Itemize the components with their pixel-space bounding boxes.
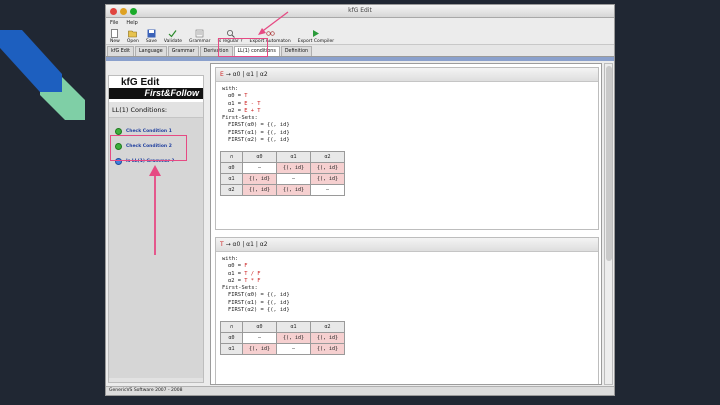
table-header: α2 (310, 321, 345, 334)
tab-grammar[interactable]: Grammar (167, 46, 199, 56)
validate-icon (169, 30, 177, 38)
table-header: α0 (242, 151, 277, 164)
save-button[interactable]: Save (144, 29, 159, 44)
vertical-scrollbar[interactable] (604, 63, 613, 385)
sidebar-heading: LL(1) Conditions: (109, 102, 203, 118)
sidebar-item-label: Is LL(1) Grammar ? (126, 159, 175, 164)
blue-chevron-shape (0, 30, 62, 92)
question-icon (115, 158, 122, 165)
menu-bar: File Help (106, 18, 614, 27)
intersection-table: ∩ α0 α1 α2 α0 – {(, id} {(, id} α1 {(, i… (220, 151, 345, 197)
table-row: α2 {(, id} {(, id} – (220, 184, 345, 197)
new-file-icon (111, 29, 119, 38)
export-automaton-button[interactable]: Export Automaton (248, 29, 293, 44)
tab-derivation[interactable]: Derivation (199, 46, 233, 56)
sidebar-item-check-condition-2[interactable]: Check Condition 2 (109, 139, 203, 154)
production-header: E → α0 | α1 | α2 (216, 68, 598, 82)
export-compiler-button[interactable]: Export Compiler (296, 29, 336, 44)
grammar-icon (195, 29, 204, 38)
menu-file[interactable]: File (110, 20, 118, 26)
table-row: α1 {(, id} – {(, id} (220, 173, 345, 186)
sidebar-item-label: Check Condition 1 (126, 129, 172, 134)
logo-subtitle: First&Follow (144, 88, 200, 98)
tab-bar: kfG Edit Language Grammar Derivation LL(… (106, 45, 614, 57)
alt-def-row: α1 = T / F (228, 270, 261, 277)
production-body: with: α0 = T α1 = E - T α2 = E + T First… (216, 82, 598, 200)
intersection-table: ∩ α0 α1 α2 α0 – {(, id} {(, id} α1 {(, i… (220, 321, 345, 356)
tab-kfg-edit[interactable]: kfG Edit (107, 46, 134, 56)
play-icon (115, 128, 122, 135)
toolbar: New Open Save Validate Grammar Is regula… (106, 27, 614, 45)
table-row: α1 {(, id} – {(, id} (220, 343, 345, 356)
app-window: kfG Edit File Help New Open Save Validat… (105, 4, 615, 396)
alt-def-row: α0 = F (228, 263, 248, 270)
production-block-t: T → α0 | α1 | α2 with: α0 = F α1 = T / F… (215, 237, 599, 384)
play-icon (115, 143, 122, 150)
is-regular-button[interactable]: Is regular ? (216, 29, 245, 44)
tab-definition[interactable]: Definition (280, 46, 313, 56)
logo-title: kfG Edit (121, 77, 160, 88)
save-icon (147, 29, 156, 38)
grammar-button[interactable]: Grammar (187, 29, 212, 44)
table-row: α0 – {(, id} {(, id} (220, 162, 345, 175)
validate-button[interactable]: Validate (162, 29, 184, 44)
sidebar-item-check-condition-1[interactable]: Check Condition 1 (109, 124, 203, 139)
tab-separator (106, 57, 614, 61)
table-corner: ∩ (220, 321, 243, 334)
alt-def-row: α1 = E - T (228, 100, 261, 107)
table-header: α1 (276, 151, 311, 164)
table-header: α0 (242, 321, 277, 334)
production-header: T → α0 | α1 | α2 (216, 238, 598, 252)
first-set-row: FIRST(α2) = {(, id} (228, 137, 290, 144)
sidebar-item-label: Check Condition 2 (126, 144, 172, 149)
sidebar-list: Check Condition 1 Check Condition 2 Is L… (109, 118, 203, 378)
table-header: α1 (276, 321, 311, 334)
export-compiler-icon (313, 30, 320, 37)
open-folder-icon (128, 30, 138, 38)
open-button[interactable]: Open (125, 29, 141, 44)
content-panel: E → α0 | α1 | α2 with: α0 = T α1 = E - T… (210, 63, 602, 385)
first-set-row: FIRST(α1) = {(, id} (228, 299, 290, 306)
first-set-row: FIRST(α2) = {(, id} (228, 307, 290, 314)
alt-def-row: α0 = T (228, 93, 248, 100)
alt-def-row: α2 = E + T (228, 107, 261, 114)
tab-ll1-conditions[interactable]: LL(1) conditions (233, 46, 280, 56)
production-body: with: α0 = F α1 = T / F α2 = T * F First… (216, 252, 598, 359)
table-corner: ∩ (220, 151, 243, 164)
production-block-e: E → α0 | α1 | α2 with: α0 = T α1 = E - T… (215, 67, 599, 230)
sidebar: kfG Edit First&Follow LL(1) Conditions: … (108, 75, 204, 383)
menu-help[interactable]: Help (126, 20, 137, 26)
title-bar: kfG Edit (106, 5, 614, 18)
status-bar: GenericVS Software 2007 - 2008 (106, 386, 614, 395)
kfg-logo: kfG Edit First&Follow (109, 76, 203, 102)
first-set-row: FIRST(α0) = {(, id} (228, 122, 290, 129)
first-set-row: FIRST(α1) = {(, id} (228, 129, 290, 136)
scrollbar-thumb[interactable] (606, 66, 612, 261)
table-header: α2 (310, 151, 345, 164)
window-title: kfG Edit (348, 7, 372, 14)
first-set-row: FIRST(α0) = {(, id} (228, 292, 290, 299)
new-button[interactable]: New (108, 29, 122, 44)
table-row: α0 – {(, id} {(, id} (220, 332, 345, 345)
tab-language[interactable]: Language (135, 46, 167, 56)
sidebar-item-is-ll1-grammar[interactable]: Is LL(1) Grammar ? (109, 154, 203, 169)
export-automaton-icon (265, 31, 275, 36)
regular-check-icon (226, 30, 235, 38)
alt-def-row: α2 = T * F (228, 277, 261, 284)
